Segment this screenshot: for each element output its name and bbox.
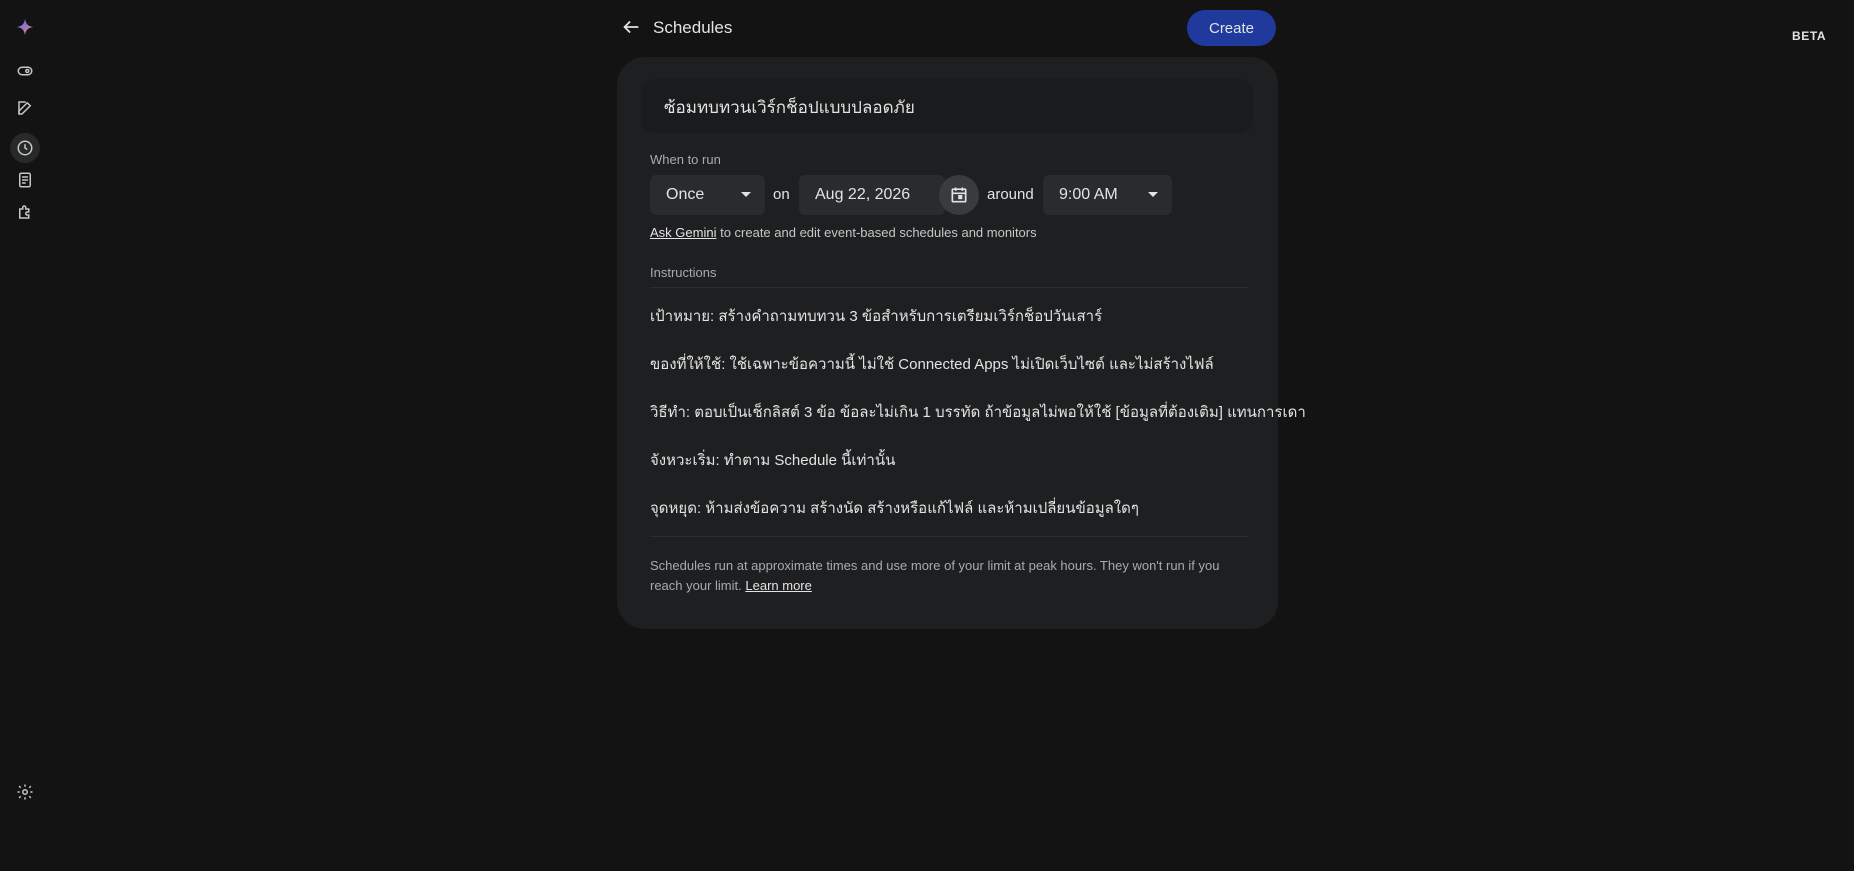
footer-note: Schedules run at approximate times and u…	[650, 556, 1248, 596]
date-field[interactable]: Aug 22, 2026	[799, 175, 945, 215]
ask-gemini-link[interactable]: Ask Gemini	[650, 225, 716, 240]
schedule-name: ซ้อมทบทวนเวิร์กช็อปแบบปลอดภัย	[664, 98, 915, 117]
settings-icon[interactable]	[14, 781, 36, 803]
page-title: Schedules	[653, 18, 733, 37]
schedule-card: ซ้อมทบทวนเวิร์กช็อปแบบปลอดภัย When to ru…	[617, 57, 1306, 629]
helper-rest: to create and edit event-based schedules…	[716, 225, 1037, 240]
around-label: around	[987, 186, 1034, 203]
date-value: Aug 22, 2026	[815, 186, 911, 203]
side-rail	[0, 0, 52, 871]
toggle-icon[interactable]	[14, 60, 36, 82]
instructions-label: Instructions	[650, 265, 717, 280]
beta-badge: BETA	[1792, 29, 1827, 43]
page-header: Schedules Create	[618, 10, 1278, 46]
when-to-run-label: When to run	[650, 152, 721, 167]
on-label: on	[773, 186, 790, 203]
clock-icon[interactable]	[10, 133, 40, 163]
back-arrow-icon[interactable]	[618, 14, 644, 40]
extensions-icon[interactable]	[14, 201, 36, 223]
time-value: 9:00 AM	[1059, 186, 1118, 203]
instruction-line: เป้าหมาย: สร้างคำถามทบทวน 3 ข้อสำหรับการ…	[650, 308, 1103, 325]
instruction-line: จุดหยุด: ห้ามส่งข้อความ สร้างนัด สร้างหร…	[650, 500, 1139, 517]
instructions-textarea[interactable]: เป้าหมาย: สร้างคำถามทบทวน 3 ข้อสำหรับการ…	[650, 287, 1306, 537]
notebook-icon[interactable]	[14, 169, 36, 191]
frequency-select[interactable]: Once	[650, 175, 765, 215]
chevron-down-icon	[741, 192, 751, 197]
edit-icon[interactable]	[14, 97, 36, 119]
helper-text: Ask Gemini to create and edit event-base…	[650, 225, 1037, 240]
instruction-line: ของที่ให้ใช้: ใช้เฉพาะข้อความนี้ ไม่ใช้ …	[650, 356, 1214, 373]
footer-text: Schedules run at approximate times and u…	[650, 558, 1220, 593]
instruction-line: วิธีทำ: ตอบเป็นเช็กลิสต์ 3 ข้อ ข้อละไม่เ…	[650, 404, 1306, 421]
frequency-value: Once	[666, 186, 705, 203]
learn-more-link[interactable]: Learn more	[745, 578, 811, 593]
calendar-icon[interactable]	[939, 175, 979, 215]
instruction-line: จังหวะเริ่ม: ทำตาม Schedule นี้เท่านั้น	[650, 452, 896, 469]
gemini-logo-icon[interactable]	[14, 16, 36, 38]
time-select[interactable]: 9:00 AM	[1043, 175, 1172, 215]
schedule-name-field[interactable]: ซ้อมทบทวนเวิร์กช็อปแบบปลอดภัย	[641, 79, 1253, 133]
create-button[interactable]: Create	[1187, 10, 1276, 46]
chevron-down-icon	[1148, 192, 1158, 197]
